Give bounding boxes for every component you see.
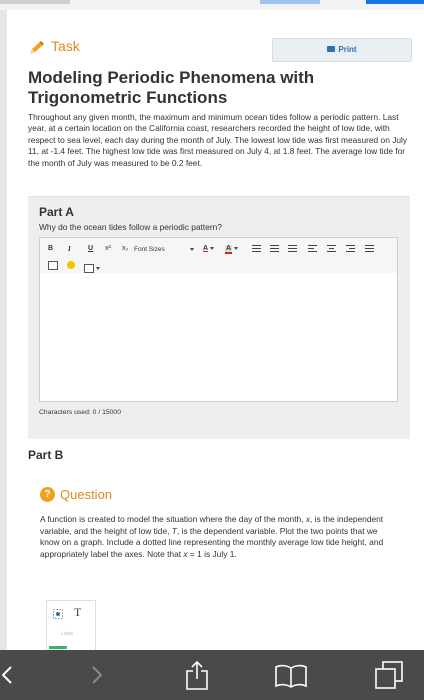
part-a-section: Part A Why do the ocean tides follow a p… — [28, 196, 410, 439]
align-center-icon[interactable] — [327, 245, 336, 253]
highlight-color-button[interactable]: A — [225, 244, 239, 254]
highlight-label: A — [225, 245, 233, 254]
left-scroll-gutter — [0, 10, 7, 650]
chevron-down-icon — [96, 267, 100, 271]
print-label: Print — [338, 45, 357, 54]
chevron-down-icon — [210, 246, 215, 250]
font-sizes-label: Font Sizes — [134, 246, 165, 253]
lines-tool-label[interactable]: Lines — [61, 631, 73, 637]
tab-indicator — [0, 0, 70, 4]
part-b-title: Part B — [28, 448, 64, 462]
align-justify-icon[interactable] — [365, 245, 374, 253]
active-tab-indicator — [366, 0, 424, 4]
image-icon[interactable] — [48, 261, 58, 270]
question-icon: ? — [40, 487, 55, 502]
font-color-label: A — [203, 245, 209, 252]
underline-button[interactable]: U — [88, 244, 93, 254]
question-text-part: A function is created to model the situa… — [40, 514, 306, 524]
browser-bottom-bar — [0, 650, 424, 700]
numbered-list-icon[interactable] — [270, 245, 279, 253]
part-a-question: Why do the ocean tides follow a periodic… — [39, 222, 222, 232]
character-count: Characters used: 0 / 15000 — [39, 409, 121, 416]
page-title: Modeling Periodic Phenomena with Trigono… — [28, 68, 315, 107]
superscript-button[interactable]: x² — [105, 244, 111, 254]
browser-top-strip — [0, 0, 424, 10]
rich-text-editor: B I U x² x₂ Font Sizes A A Characters us… — [39, 237, 398, 430]
align-left-icon[interactable] — [308, 245, 317, 253]
print-button[interactable]: Print — [272, 38, 412, 62]
bookmarks-book-icon[interactable] — [274, 664, 308, 688]
chevron-down-icon — [234, 246, 239, 250]
selected-tool-indicator — [49, 646, 67, 649]
intro-paragraph: Throughout any given month, the maximum … — [28, 112, 408, 168]
font-sizes-select[interactable]: Font Sizes — [134, 244, 194, 255]
insert-symbol-icon[interactable] — [67, 261, 75, 269]
tab-indicator — [260, 0, 320, 4]
question-label: Question — [60, 487, 113, 502]
task-label: Task — [51, 38, 80, 54]
forward-arrow-icon[interactable] — [92, 666, 102, 684]
chevron-down-icon — [190, 248, 194, 251]
editor-toolbar: B I U x² x₂ Font Sizes A A — [39, 237, 398, 275]
table-icon — [84, 264, 94, 274]
task-header: Task Print — [28, 38, 412, 62]
answer-text-area[interactable] — [39, 273, 398, 402]
pencil-icon — [30, 41, 44, 54]
text-tool-button[interactable]: T — [74, 605, 81, 620]
printer-icon — [327, 45, 336, 52]
align-right-icon[interactable] — [346, 245, 355, 253]
bullet-list-icon[interactable] — [252, 245, 261, 253]
question-text: A function is created to model the situa… — [40, 514, 392, 560]
bold-button[interactable]: B — [48, 244, 53, 254]
outdent-icon[interactable] — [288, 245, 297, 253]
graph-tools-palette: T Lines — [46, 600, 96, 652]
part-a-title: Part A — [39, 205, 74, 219]
tabs-icon[interactable] — [374, 660, 404, 690]
subscript-button[interactable]: x₂ — [122, 244, 128, 254]
back-arrow-icon[interactable] — [2, 666, 12, 684]
font-color-button[interactable]: A — [203, 244, 215, 254]
share-icon[interactable] — [185, 660, 209, 690]
question-text-part: = 1 is July 1. — [187, 548, 237, 559]
italic-button[interactable]: I — [68, 244, 71, 254]
point-tool-icon[interactable] — [53, 609, 63, 619]
